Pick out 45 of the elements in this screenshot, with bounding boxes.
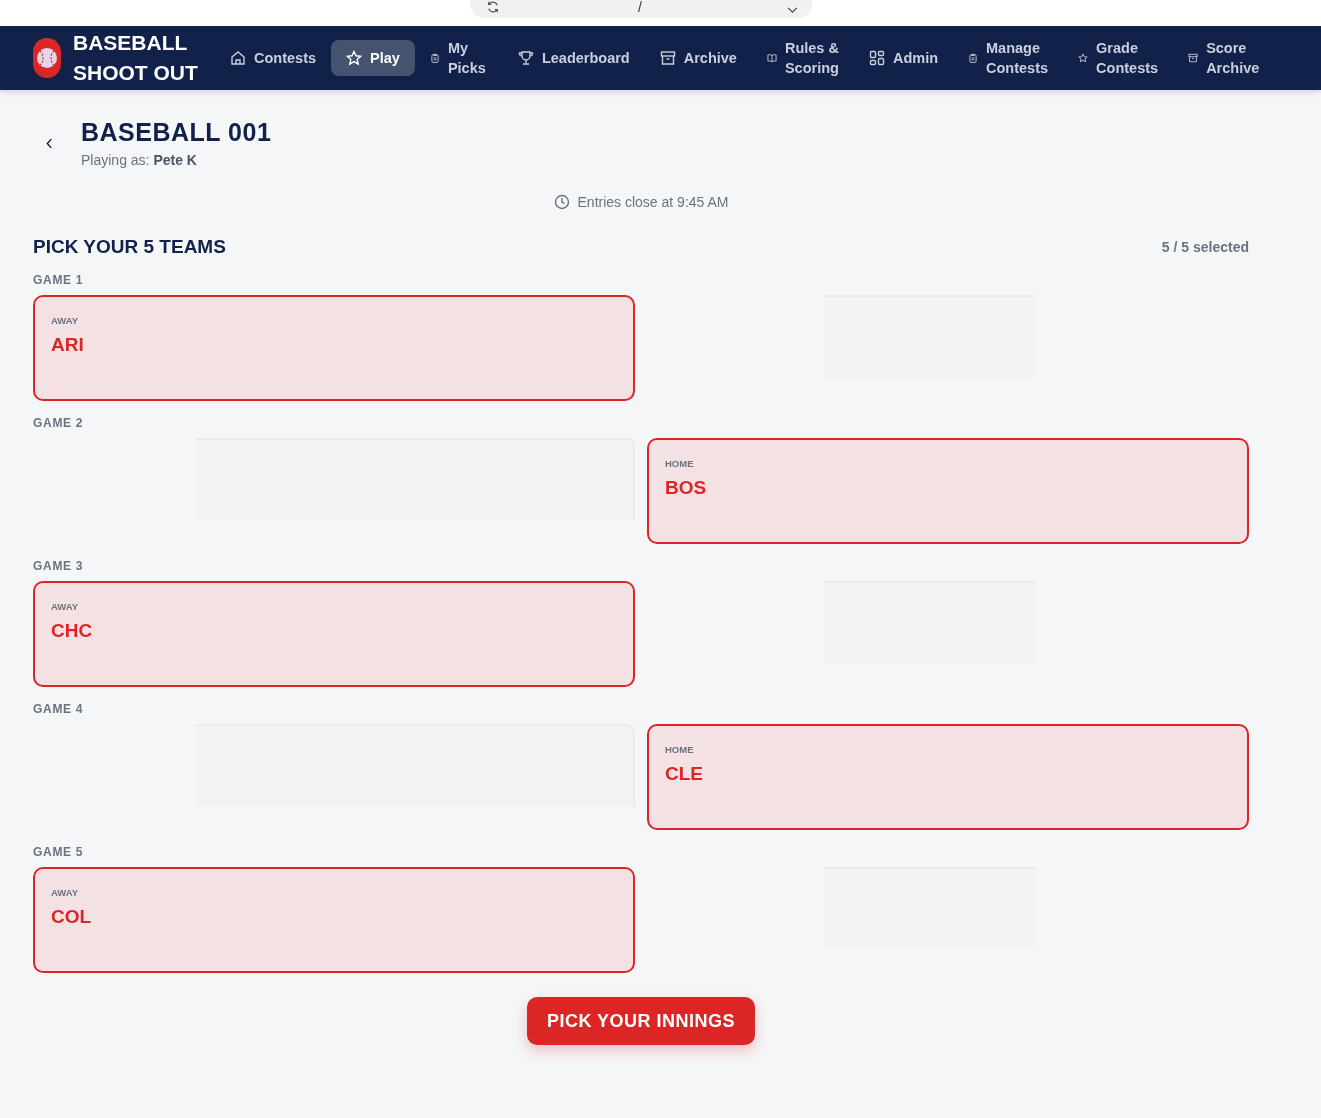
team-card[interactable]: AWAY ARI	[33, 295, 635, 401]
archive-icon	[659, 50, 676, 66]
deadline-text: Entries close at 9:45 AM	[577, 194, 729, 210]
team-card[interactable]: HOME CLE	[647, 724, 1249, 830]
team-card[interactable]: AWAY COL	[33, 867, 635, 973]
pick-innings-button[interactable]: PICK YOUR INNINGS	[527, 997, 755, 1045]
home-icon	[230, 50, 246, 66]
team-card[interactable]: AWAY CHC	[33, 581, 635, 687]
clock-icon	[553, 194, 570, 210]
nav-tab[interactable]: Play	[331, 40, 415, 76]
nav-tab[interactable]: Grade Contests	[1063, 30, 1174, 86]
game-label: GAME 5	[33, 845, 85, 859]
star-icon	[346, 50, 363, 66]
star-icon	[1078, 53, 1089, 63]
brand-title: SHOOT OUT	[73, 60, 199, 86]
selection-count: 5 / 5 selected	[1161, 239, 1249, 255]
playing-as-text: Playing as: Pete K	[81, 152, 198, 168]
grid-icon	[868, 50, 885, 66]
game-label: GAME 2	[33, 416, 85, 430]
brand-title: BASEBALL	[73, 30, 189, 56]
nav-tab[interactable]: Archive	[644, 40, 752, 76]
baseball-logo-icon	[33, 38, 61, 78]
trophy-icon	[517, 50, 534, 66]
address-text: /	[638, 0, 643, 14]
archive-icon	[1188, 53, 1199, 63]
address-bar[interactable]: /	[470, 0, 812, 18]
nav-tab[interactable]: Admin	[853, 40, 954, 76]
game-label: GAME 4	[33, 702, 85, 716]
section-title: PICK YOUR 5 TEAMS	[33, 236, 226, 258]
nav-tab[interactable]: Score Archive	[1173, 30, 1275, 86]
nav-tab[interactable]: Leaderboard	[502, 40, 645, 76]
nav-tab[interactable]: My Picks	[414, 30, 503, 86]
game-label: GAME 3	[33, 559, 85, 573]
back-icon[interactable]	[46, 138, 53, 149]
chevron-down-icon[interactable]	[787, 7, 798, 14]
refresh-icon[interactable]	[486, 0, 500, 14]
book-icon	[766, 53, 777, 63]
game-label: GAME 1	[33, 273, 85, 287]
team-card[interactable]: HOME BOS	[647, 438, 1249, 544]
clipboard-icon	[968, 53, 979, 63]
nav-tab[interactable]: Rules & Scoring	[751, 30, 854, 86]
clipboard-icon	[429, 53, 440, 63]
contest-title: BASEBALL 001	[81, 117, 272, 148]
nav-tab[interactable]: Contests	[215, 40, 332, 76]
nav-tab[interactable]: Manage Contests	[953, 30, 1064, 86]
